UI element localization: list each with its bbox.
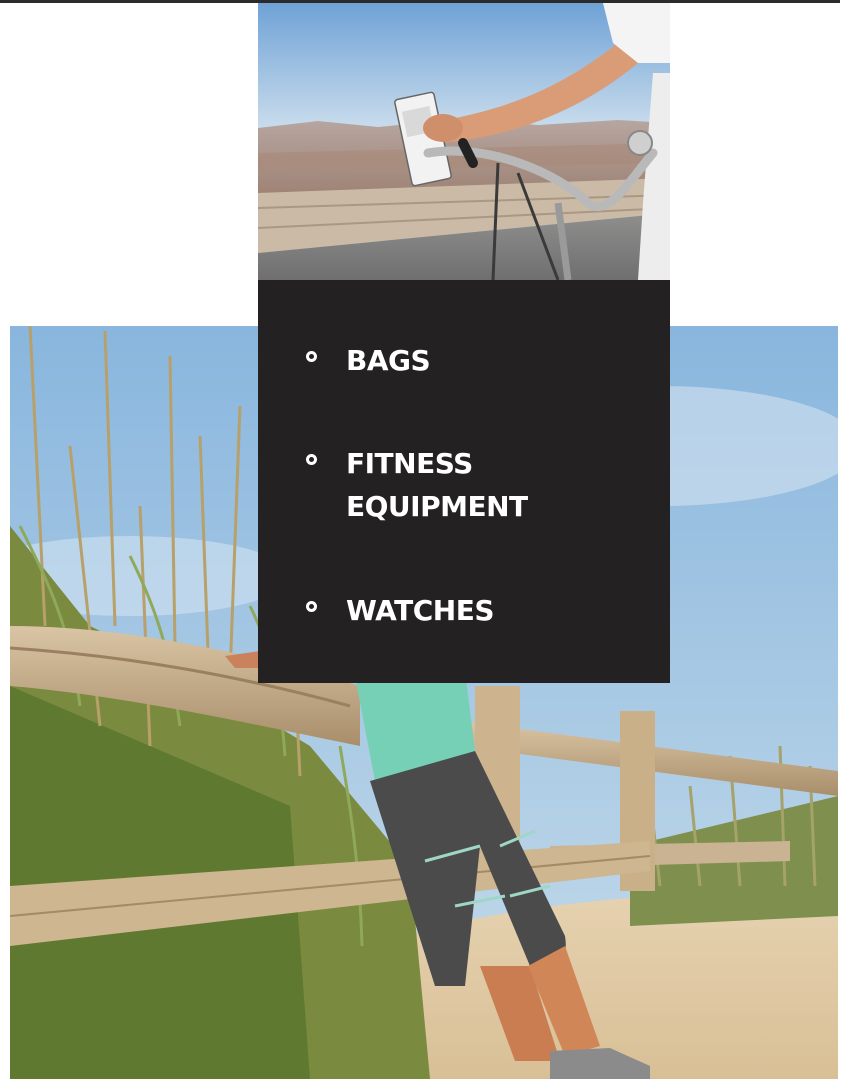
category-item-fitness-equipment[interactable]: FITNESS EQUIPMENT	[306, 442, 566, 528]
circle-bullet-icon	[306, 351, 317, 362]
category-label: BAGS	[346, 344, 431, 377]
page: BAGS FITNESS EQUIPMENT WATCHES	[0, 0, 853, 1079]
category-label: WATCHES	[346, 594, 495, 627]
category-label: FITNESS EQUIPMENT	[346, 447, 528, 523]
category-menu: BAGS FITNESS EQUIPMENT WATCHES	[258, 280, 670, 683]
category-item-bags[interactable]: BAGS	[306, 339, 566, 382]
circle-bullet-icon	[306, 454, 317, 465]
cyclist-photo[interactable]	[258, 3, 670, 280]
category-item-watches[interactable]: WATCHES	[306, 589, 566, 632]
circle-bullet-icon	[306, 601, 317, 612]
